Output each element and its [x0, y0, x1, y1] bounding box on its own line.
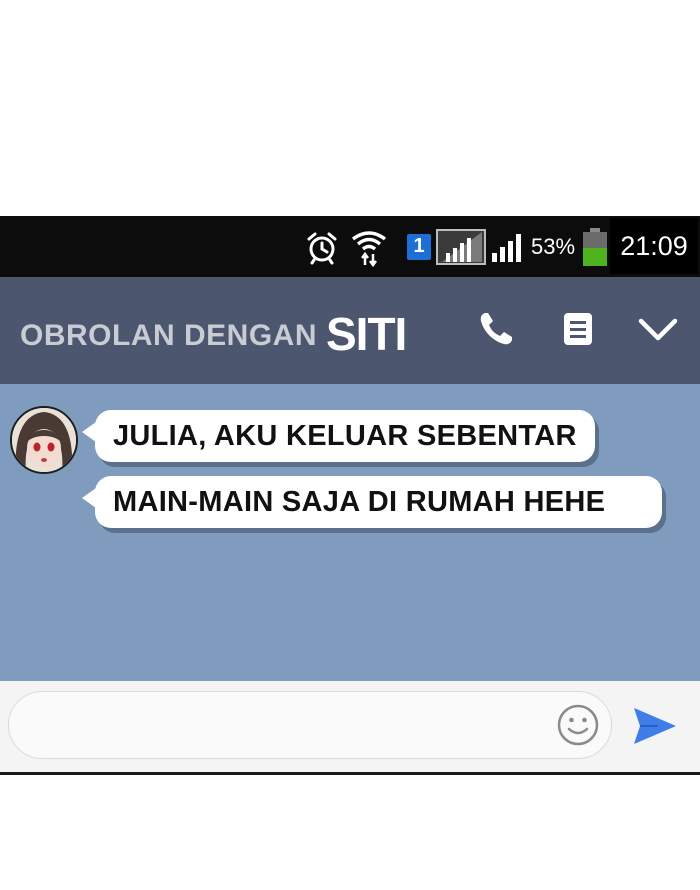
message-bubble[interactable]: JULIA, AKU KELUAR SEBENTAR [95, 410, 595, 462]
message-text: MAIN-MAIN SAJA DI RUMAH HEHE [113, 485, 606, 518]
contact-avatar[interactable] [10, 406, 78, 474]
chat-header: OBROLAN DENGAN SITI [0, 277, 700, 384]
wifi-icon [350, 216, 388, 277]
signal-icon [436, 216, 532, 277]
message-input-bar [0, 681, 700, 775]
phone-icon[interactable] [474, 307, 518, 351]
chat-screen: 1 53% 21:09 OBROLAN DENGAN SITI JULIA, A… [0, 216, 700, 775]
status-bar: 1 53% 21:09 [0, 216, 700, 277]
chevron-down-icon[interactable] [636, 307, 680, 351]
message-input[interactable] [8, 691, 612, 759]
chat-title-prefix: OBROLAN DENGAN [20, 319, 317, 352]
battery-percent: 53% [531, 233, 576, 259]
emoji-icon[interactable] [556, 703, 600, 747]
sim-slot-label: 1 [407, 233, 431, 260]
alarm-icon [304, 216, 340, 277]
send-icon[interactable] [630, 702, 678, 750]
battery-icon [582, 216, 608, 277]
bubble-tail [82, 488, 96, 508]
message-bubble[interactable]: MAIN-MAIN SAJA DI RUMAH HEHE [95, 476, 662, 528]
sim-icon: 1 [407, 216, 431, 277]
message-text: JULIA, AKU KELUAR SEBENTAR [113, 419, 577, 452]
bubble-tail [82, 422, 96, 442]
menu-icon[interactable] [556, 307, 600, 351]
contact-name: SITI [326, 308, 407, 360]
chat-area: JULIA, AKU KELUAR SEBENTAR MAIN-MAIN SAJ… [0, 384, 700, 681]
clock: 21:09 [610, 218, 698, 274]
